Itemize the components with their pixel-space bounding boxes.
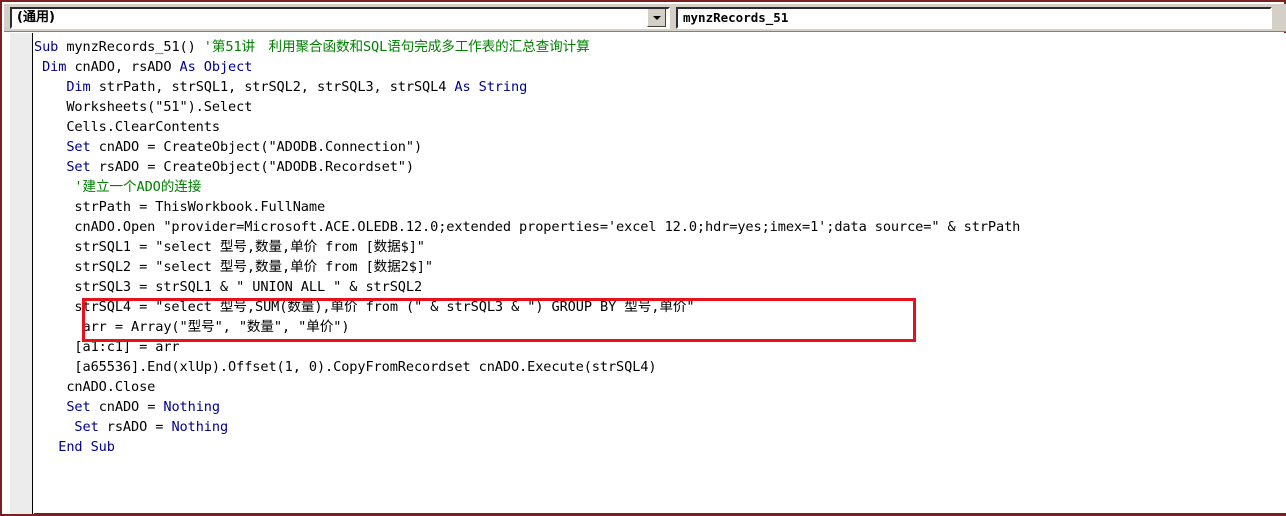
code-line[interactable]: arr = Array("型号", "数量", "单价") bbox=[34, 317, 1286, 337]
code-line[interactable]: strSQL3 = strSQL1 & " UNION ALL " & strS… bbox=[34, 277, 1286, 297]
code-line[interactable]: Set cnADO = Nothing bbox=[34, 397, 1286, 417]
code-text: Cells.ClearContents bbox=[34, 119, 220, 135]
pane-bottom-divider bbox=[34, 513, 1286, 514]
code-text: strSQL1 = "select 型号,数量,单价 from [数据$]" bbox=[34, 239, 425, 255]
code-text: strPath, strSQL1, strSQL2, strSQL3, strS… bbox=[98, 79, 455, 95]
code-keyword: Set bbox=[74, 419, 107, 435]
code-text: arr = Array("型号", "数量", "单价") bbox=[34, 319, 350, 335]
code-pane[interactable]: Sub mynzRecords_51() '第51讲 利用聚合函数和SQL语句完… bbox=[4, 33, 1286, 514]
code-line[interactable]: Set rsADO = CreateObject("ADODB.Recordse… bbox=[34, 157, 1286, 177]
code-comment: '建立一个ADO的连接 bbox=[74, 179, 202, 195]
code-keyword: Sub bbox=[34, 39, 67, 55]
code-keyword: As Object bbox=[179, 59, 253, 75]
code-keyword: End Sub bbox=[58, 439, 115, 455]
code-line[interactable]: [a65536].End(xlUp).Offset(1, 0).CopyFrom… bbox=[34, 357, 1286, 377]
chevron-down-icon[interactable] bbox=[647, 8, 666, 27]
code-text: cnADO = bbox=[98, 399, 164, 415]
code-keyword: Dim bbox=[42, 59, 75, 75]
code-text: cnADO = CreateObject("ADODB.Connection") bbox=[98, 139, 423, 155]
code-line[interactable]: Cells.ClearContents bbox=[34, 117, 1286, 137]
procedure-dropdown-value: mynzRecords_51 bbox=[683, 9, 789, 25]
code-text: mynzRecords_51() bbox=[66, 39, 204, 55]
object-dropdown[interactable]: (通用) bbox=[10, 6, 670, 29]
code-keyword: Nothing bbox=[163, 399, 220, 415]
code-text: strSQL2 = "select 型号,数量,单价 from [数据2$]" bbox=[34, 259, 433, 275]
code-line[interactable]: Dim strPath, strSQL1, strSQL2, strSQL3, … bbox=[34, 77, 1286, 97]
code-comment: '第51讲 利用聚合函数和SQL语句完成多工作表的汇总查询计算 bbox=[203, 39, 590, 55]
code-line[interactable]: Dim cnADO, rsADO As Object bbox=[34, 57, 1286, 77]
vba-editor-window: (通用) mynzRecords_51 Sub mynzRecords_51()… bbox=[0, 0, 1286, 516]
code-line[interactable]: [a1:c1] = arr bbox=[34, 337, 1286, 357]
code-line[interactable]: strSQL4 = "select 型号,SUM(数量),单价 from (" … bbox=[34, 297, 1286, 317]
code-line[interactable]: Set rsADO = Nothing bbox=[34, 417, 1286, 437]
code-line[interactable]: Sub mynzRecords_51() '第51讲 利用聚合函数和SQL语句完… bbox=[34, 37, 1286, 57]
code-line[interactable]: End Sub bbox=[34, 437, 1286, 457]
code-line[interactable]: cnADO.Close bbox=[34, 377, 1286, 397]
code-text: strSQL4 = "select 型号,SUM(数量),单价 from (" … bbox=[34, 299, 695, 315]
code-text: cnADO.Open "provider=Microsoft.ACE.OLEDB… bbox=[34, 219, 1021, 235]
code-text-area[interactable]: Sub mynzRecords_51() '第51讲 利用聚合函数和SQL语句完… bbox=[34, 33, 1286, 514]
code-line[interactable]: cnADO.Open "provider=Microsoft.ACE.OLEDB… bbox=[34, 217, 1286, 237]
code-text: cnADO.Close bbox=[34, 379, 156, 395]
code-keyword: Dim bbox=[66, 79, 99, 95]
code-line[interactable]: strSQL1 = "select 型号,数量,单价 from [数据$]" bbox=[34, 237, 1286, 257]
code-keyword: Nothing bbox=[171, 419, 229, 435]
code-keyword: Set bbox=[66, 159, 99, 175]
code-line[interactable]: Worksheets("51").Select bbox=[34, 97, 1286, 117]
code-text: strSQL3 = strSQL1 & " UNION ALL " & strS… bbox=[34, 279, 423, 295]
margin-indicator-bar[interactable] bbox=[10, 33, 33, 514]
code-keyword: Set bbox=[66, 139, 99, 155]
code-text: [a65536].End(xlUp).Offset(1, 0).CopyFrom… bbox=[34, 359, 657, 375]
code-line[interactable]: strSQL2 = "select 型号,数量,单价 from [数据2$]" bbox=[34, 257, 1286, 277]
code-keyword: Set bbox=[66, 399, 99, 415]
code-text: [a1:c1] = arr bbox=[34, 339, 180, 355]
code-line[interactable]: strPath = ThisWorkbook.FullName bbox=[34, 197, 1286, 217]
code-pane-header: (通用) mynzRecords_51 bbox=[4, 4, 1286, 32]
code-text: Worksheets("51").Select bbox=[34, 99, 253, 115]
code-text: rsADO = bbox=[106, 419, 172, 435]
code-line[interactable]: '建立一个ADO的连接 bbox=[34, 177, 1286, 197]
code-text: strPath = ThisWorkbook.FullName bbox=[34, 199, 326, 215]
code-keyword: As String bbox=[454, 79, 528, 95]
object-dropdown-value: (通用) bbox=[17, 9, 55, 25]
procedure-dropdown[interactable]: mynzRecords_51 bbox=[676, 6, 1272, 29]
code-line[interactable]: Set cnADO = CreateObject("ADODB.Connecti… bbox=[34, 137, 1286, 157]
code-text: rsADO = CreateObject("ADODB.Recordset") bbox=[98, 159, 414, 175]
code-text: cnADO, rsADO bbox=[74, 59, 180, 75]
